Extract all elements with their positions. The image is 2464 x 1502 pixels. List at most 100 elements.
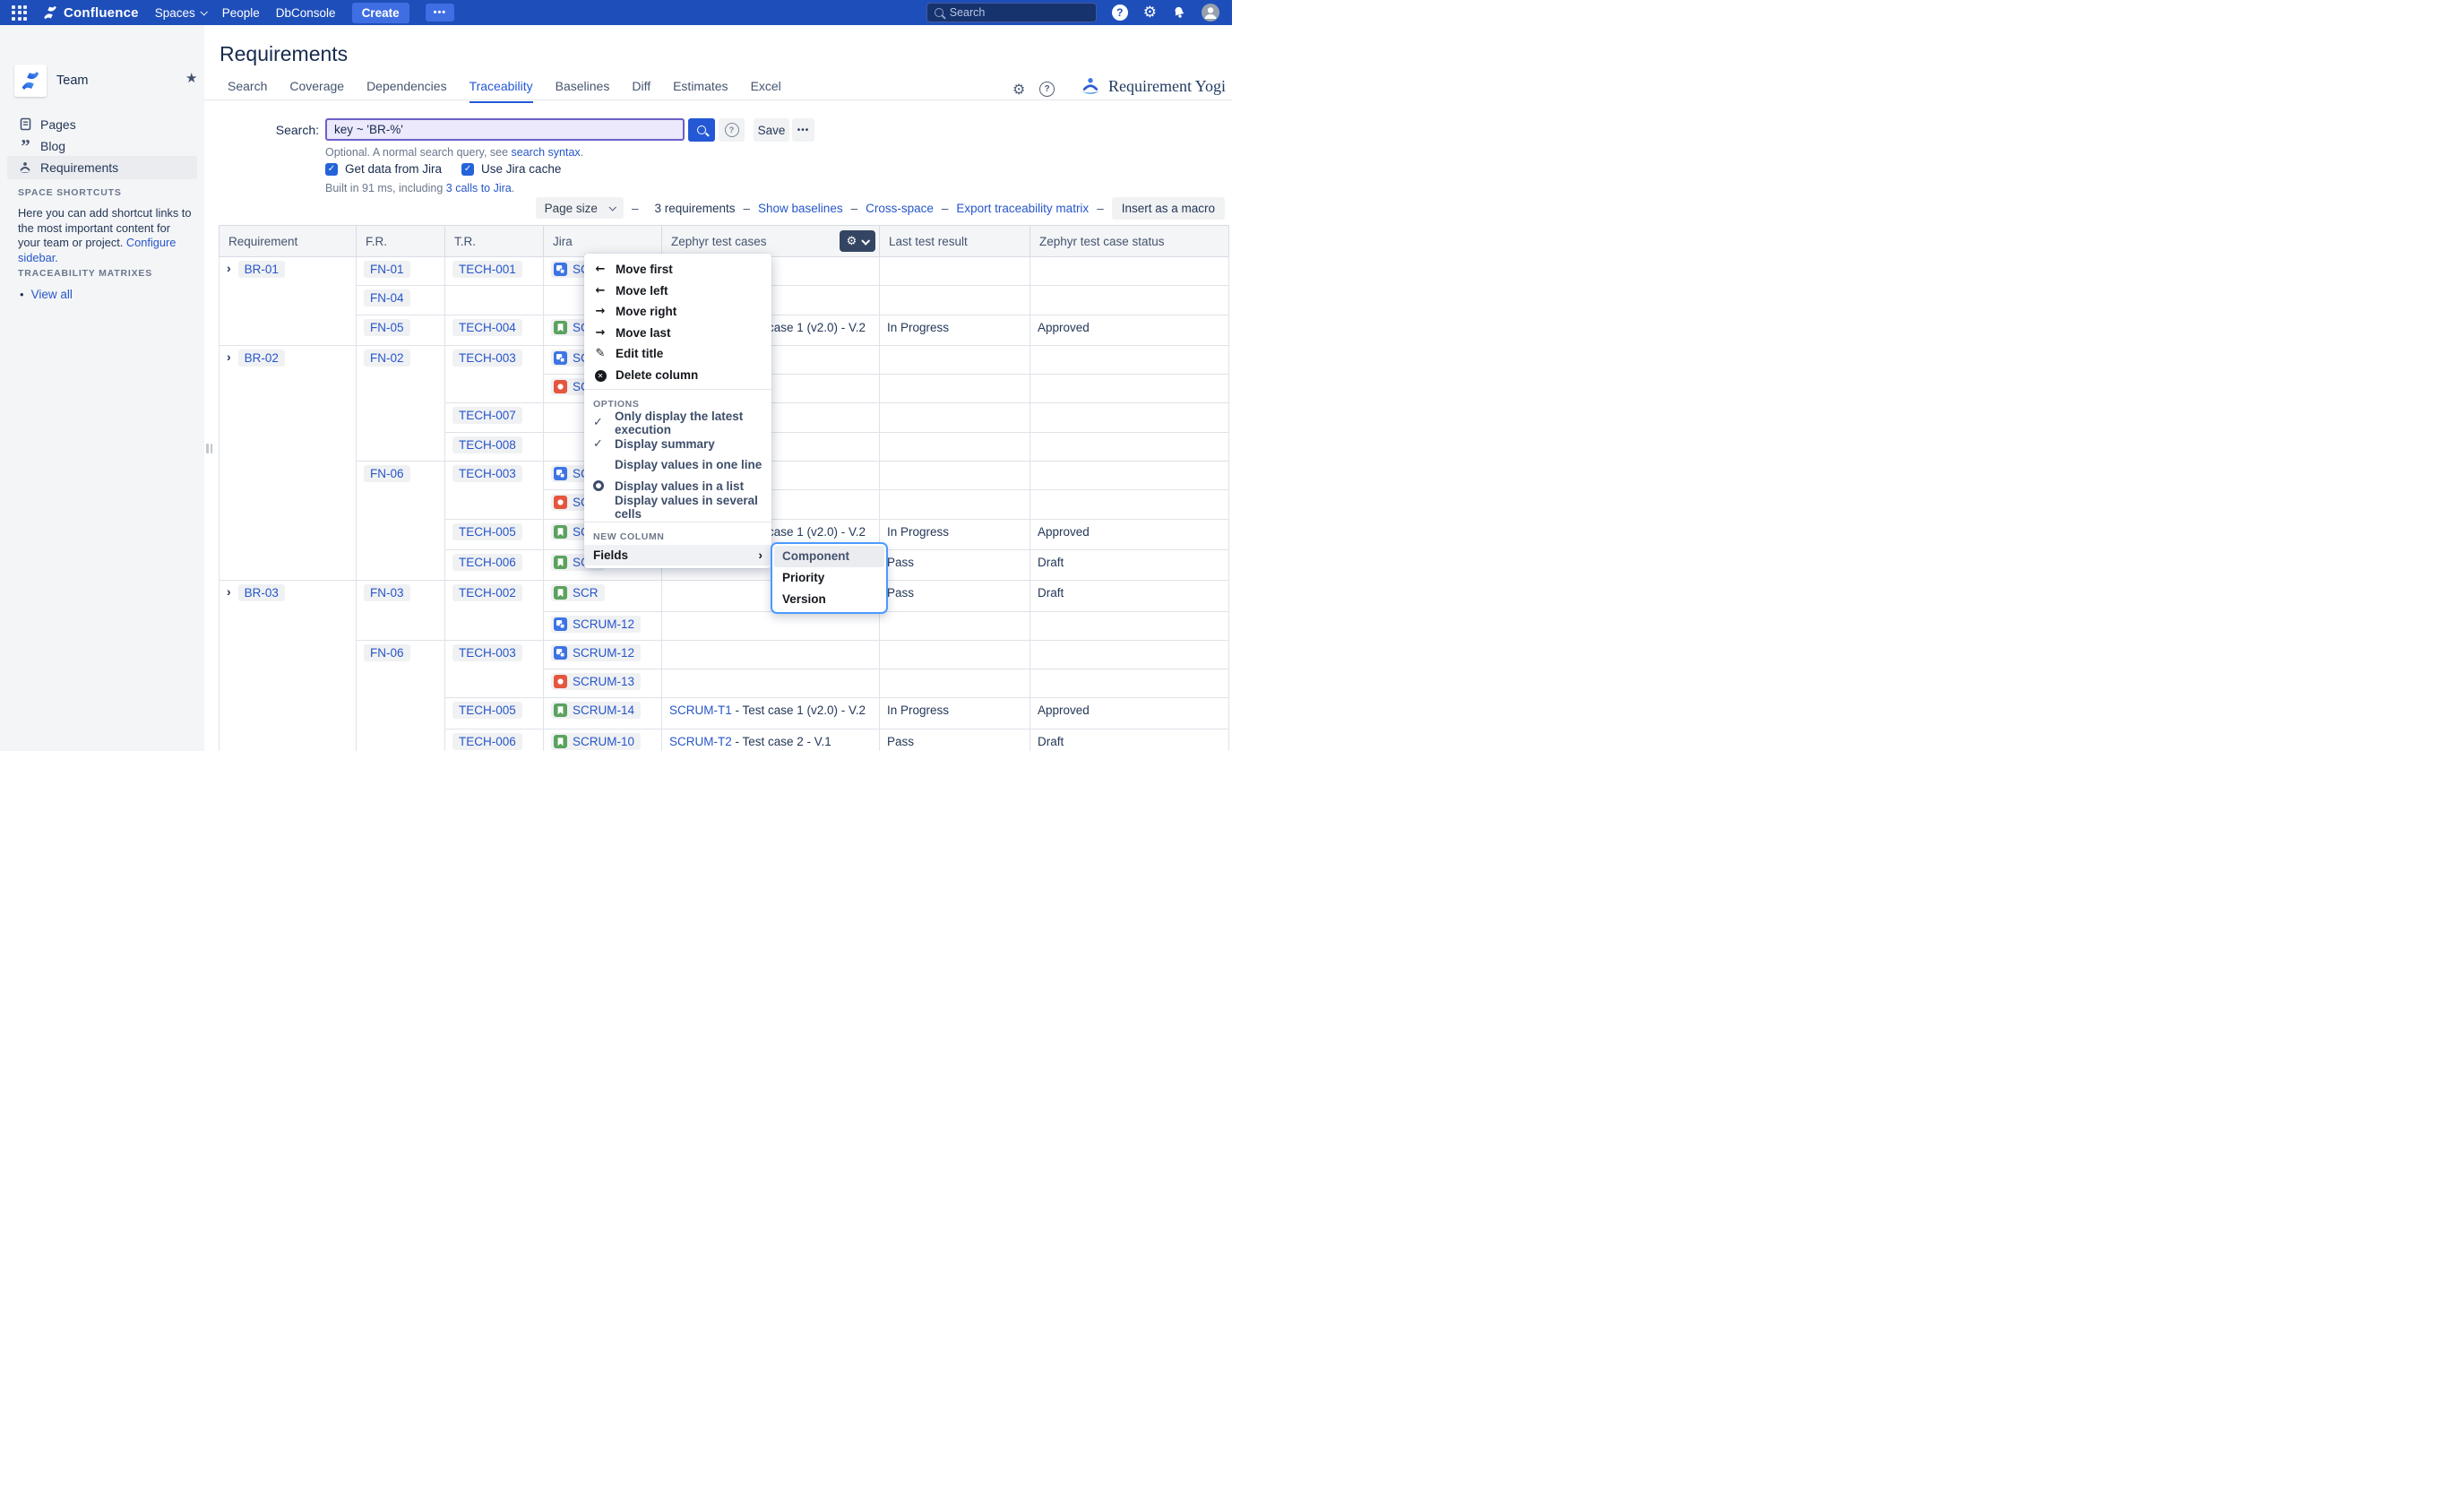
- requirement-key-link[interactable]: TECH-005: [452, 702, 522, 719]
- submenu-item-component[interactable]: Component: [774, 546, 884, 567]
- global-search-input[interactable]: Search: [926, 3, 1097, 22]
- jira-story-icon: [554, 525, 567, 539]
- requirement-key-link[interactable]: TECH-005: [452, 523, 522, 540]
- show-baselines-link[interactable]: Show baselines: [758, 202, 843, 215]
- page-size-dropdown[interactable]: Page size: [536, 197, 624, 219]
- sidebar-resize-grip[interactable]: [206, 444, 213, 453]
- requirement-key-link[interactable]: TECH-003: [452, 350, 522, 367]
- view-all-link[interactable]: View all: [31, 288, 73, 301]
- requirement-key-link[interactable]: TECH-008: [452, 436, 522, 453]
- requirement-key-link[interactable]: TECH-006: [452, 733, 522, 750]
- jira-issue-link[interactable]: SCR: [551, 584, 605, 601]
- search-syntax-link[interactable]: search syntax: [512, 146, 581, 159]
- jira-issue-link[interactable]: SCRUM-12: [551, 616, 641, 633]
- space-shortcuts-text: Here you can add shortcut links to the m…: [18, 206, 192, 265]
- app-switcher-icon[interactable]: [12, 5, 27, 21]
- submenu-item-version[interactable]: Version: [774, 589, 884, 610]
- get-data-from-jira-checkbox[interactable]: ✓ Get data from Jira: [325, 162, 442, 176]
- run-search-button[interactable]: [688, 118, 715, 142]
- settings-gear-icon[interactable]: ⚙: [1012, 81, 1025, 98]
- nav-people[interactable]: People: [222, 6, 260, 20]
- menu-option-display-summary[interactable]: ✓Display summary: [584, 434, 771, 455]
- menu-item-move-last[interactable]: →Move last: [584, 323, 771, 344]
- cell-tr: TECH-007: [445, 403, 544, 432]
- zephyr-test-case-link[interactable]: SCRUM-T2: [669, 735, 732, 748]
- cross-space-link[interactable]: Cross-space: [866, 202, 934, 215]
- expand-chevron-icon[interactable]: ›: [227, 584, 231, 599]
- help-circle-icon[interactable]: ?: [1039, 82, 1055, 97]
- requirement-key-link[interactable]: FN-02: [364, 350, 410, 367]
- requirement-key-link[interactable]: TECH-001: [452, 261, 522, 278]
- column-settings-menu: ←Move first←Move left→Move right→Move la…: [584, 254, 771, 568]
- jira-task-icon: [554, 646, 567, 660]
- requirement-key-link[interactable]: TECH-007: [452, 407, 522, 424]
- top-navigation-bar: Confluence Spaces People DbConsole Creat…: [0, 0, 1232, 25]
- arrow-left-icon: ←: [593, 263, 607, 276]
- requirement-key-link[interactable]: TECH-003: [452, 644, 522, 661]
- menu-item-move-left[interactable]: ←Move left: [584, 281, 771, 302]
- gear-icon[interactable]: ⚙: [1143, 5, 1157, 21]
- query-help-button[interactable]: ?: [719, 118, 745, 142]
- menu-item-move-first[interactable]: ←Move first: [584, 259, 771, 281]
- requirement-key-link[interactable]: TECH-003: [452, 465, 522, 482]
- requirement-key-link[interactable]: FN-01: [364, 261, 410, 278]
- cell-zephyr: [662, 611, 880, 640]
- menu-item-label: Edit title: [616, 347, 663, 360]
- build-status-text: Built in 91 ms, including 3 calls to Jir…: [325, 182, 514, 194]
- jira-issue-link[interactable]: SCRUM-10: [551, 733, 641, 750]
- requirement-key-link[interactable]: TECH-002: [452, 584, 522, 601]
- cell-tr: TECH-003: [445, 345, 544, 403]
- dash: –: [942, 202, 949, 215]
- cell-last-test-result: [880, 462, 1030, 490]
- confluence-logo[interactable]: Confluence: [43, 5, 139, 21]
- create-button[interactable]: Create: [352, 3, 409, 23]
- cell-last-test-result: [880, 432, 1030, 461]
- favorite-star-icon[interactable]: ★: [185, 72, 197, 85]
- cell-jira: SCRUM-10: [544, 729, 662, 751]
- zephyr-column-settings-button[interactable]: ⚙: [840, 230, 875, 252]
- jira-bug-icon: [554, 380, 567, 393]
- requirement-key-link[interactable]: FN-03: [364, 584, 410, 601]
- nav-more-button[interactable]: •••: [426, 4, 455, 22]
- menu-item-move-right[interactable]: →Move right: [584, 301, 771, 323]
- jira-calls-link[interactable]: 3 calls to Jira: [446, 182, 512, 194]
- sidebar-item-requirements[interactable]: Requirements: [7, 156, 197, 179]
- avatar[interactable]: [1202, 4, 1219, 22]
- expand-chevron-icon[interactable]: ›: [227, 350, 231, 364]
- search-more-button[interactable]: •••: [792, 118, 814, 142]
- help-icon[interactable]: ?: [1112, 4, 1128, 21]
- use-jira-cache-checkbox[interactable]: ✓ Use Jira cache: [461, 162, 561, 176]
- save-button[interactable]: Save: [754, 118, 789, 142]
- notifications-bell-icon[interactable]: [1172, 5, 1186, 20]
- menu-option-display-values-in-one-line[interactable]: Display values in one line: [584, 454, 771, 476]
- requirement-key-link[interactable]: FN-06: [364, 465, 410, 482]
- jira-issue-link[interactable]: SCRUM-14: [551, 702, 641, 719]
- requirement-key-link[interactable]: BR-01: [238, 261, 285, 278]
- requirement-key-link[interactable]: FN-06: [364, 644, 410, 661]
- requirement-key-link[interactable]: FN-04: [364, 289, 410, 306]
- requirement-key-link[interactable]: FN-05: [364, 319, 410, 336]
- menu-option-only-display-the-latest-execution[interactable]: ✓Only display the latest execution: [584, 412, 771, 434]
- submenu-item-priority[interactable]: Priority: [774, 567, 884, 589]
- query-input[interactable]: [325, 118, 685, 141]
- requirement-key-link[interactable]: BR-02: [238, 350, 285, 367]
- menu-item-edit-title[interactable]: ✎Edit title: [584, 343, 771, 365]
- expand-chevron-icon[interactable]: ›: [227, 261, 231, 275]
- requirement-key-link[interactable]: TECH-004: [452, 319, 522, 336]
- header-label: T.R.: [454, 235, 476, 248]
- menu-option-display-values-in-several-cells[interactable]: Display values in several cells: [584, 496, 771, 518]
- jira-issue-link[interactable]: SCRUM-12: [551, 644, 641, 661]
- menu-item-fields[interactable]: Fields ›: [584, 545, 771, 566]
- insert-as-macro-button[interactable]: Insert as a macro: [1112, 197, 1225, 220]
- jira-issue-link[interactable]: SCRUM-13: [551, 673, 641, 690]
- zephyr-test-case-link[interactable]: SCRUM-T1: [669, 704, 732, 717]
- nav-dbconsole[interactable]: DbConsole: [276, 6, 336, 20]
- requirement-key-link[interactable]: BR-03: [238, 584, 285, 601]
- requirement-key-link[interactable]: TECH-006: [452, 554, 522, 571]
- nav-spaces[interactable]: Spaces: [155, 6, 206, 20]
- space-logo[interactable]: [14, 65, 47, 97]
- cell-fr: FN-06: [357, 640, 445, 751]
- menu-item-delete-column[interactable]: ✕Delete column: [584, 365, 771, 386]
- menu-option-label: Only display the latest execution: [615, 410, 762, 436]
- export-traceability-link[interactable]: Export traceability matrix: [956, 202, 1089, 215]
